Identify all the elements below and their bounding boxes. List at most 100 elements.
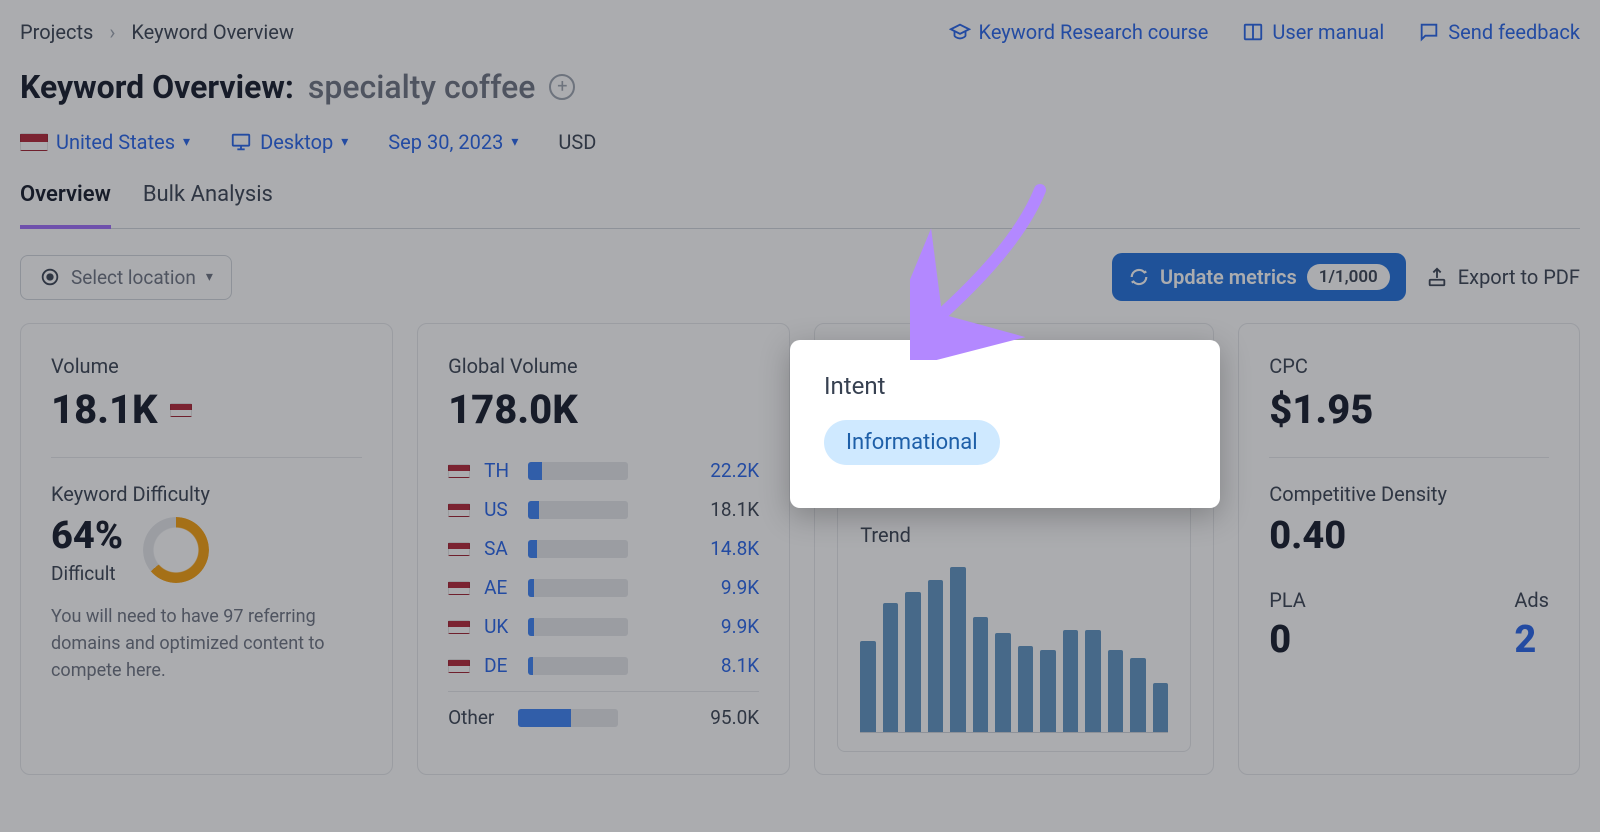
country-volume: 14.8K bbox=[710, 537, 759, 560]
intent-label-highlight: Intent bbox=[824, 372, 1186, 400]
flag-icon bbox=[448, 659, 470, 673]
trend-bar bbox=[1130, 658, 1146, 732]
pla-value: 0 bbox=[1269, 618, 1306, 662]
page-keyword: specialty coffee bbox=[308, 68, 536, 106]
volume-card: Volume 18.1K Keyword Difficulty 64% Diff… bbox=[20, 323, 393, 775]
breadcrumb-root[interactable]: Projects bbox=[20, 20, 93, 44]
location-icon bbox=[39, 266, 61, 288]
trend-bar bbox=[995, 633, 1011, 732]
global-volume-row[interactable]: US 18.1K bbox=[448, 490, 759, 529]
volume-label: Volume bbox=[51, 354, 362, 378]
book-icon bbox=[1242, 21, 1264, 43]
kd-ring-chart bbox=[143, 517, 209, 583]
country-volume: 22.2K bbox=[710, 459, 759, 482]
country-volume: 9.9K bbox=[721, 576, 759, 599]
volume-bar bbox=[528, 657, 628, 675]
trend-bar bbox=[1018, 646, 1034, 732]
currency-label: USD bbox=[558, 130, 596, 154]
graduation-cap-icon bbox=[949, 21, 971, 43]
global-volume-value: 178.0K bbox=[448, 386, 759, 433]
trend-label: Trend bbox=[860, 523, 1168, 547]
country-filter[interactable]: United States ▾ bbox=[20, 130, 190, 154]
global-volume-card: Global Volume 178.0K TH 22.2K US 18.1K SA 14.… bbox=[417, 323, 790, 775]
trend-bar bbox=[1063, 630, 1079, 732]
tab-overview[interactable]: Overview bbox=[20, 182, 111, 229]
global-volume-other: Other 95.0K bbox=[448, 691, 759, 737]
global-volume-row[interactable]: AE 9.9K bbox=[448, 568, 759, 607]
refresh-icon bbox=[1128, 266, 1150, 288]
flag-icon bbox=[448, 503, 470, 517]
country-volume: 8.1K bbox=[721, 654, 759, 677]
intent-value-highlight: Informational bbox=[824, 420, 1000, 465]
country-code: SA bbox=[484, 537, 514, 560]
device-filter[interactable]: Desktop ▾ bbox=[230, 130, 348, 154]
manual-link[interactable]: User manual bbox=[1242, 20, 1384, 44]
kd-description: You will need to have 97 referring domai… bbox=[51, 603, 362, 684]
ads-value[interactable]: 2 bbox=[1514, 618, 1549, 662]
other-label: Other bbox=[448, 706, 504, 729]
cpc-card: CPC $1.95 Competitive Density 0.40 PLA 0… bbox=[1238, 323, 1580, 775]
trend-bar bbox=[950, 567, 966, 732]
flag-icon bbox=[448, 581, 470, 595]
volume-value: 18.1K bbox=[51, 386, 158, 433]
other-volume: 95.0K bbox=[710, 706, 759, 729]
trend-bar bbox=[973, 617, 989, 733]
breadcrumb-current: Keyword Overview bbox=[131, 20, 294, 44]
country-code: DE bbox=[484, 654, 514, 677]
global-volume-row[interactable]: DE 8.1K bbox=[448, 646, 759, 685]
update-metrics-button[interactable]: Update metrics 1/1,000 bbox=[1112, 253, 1406, 301]
course-link[interactable]: Keyword Research course bbox=[949, 20, 1209, 44]
ads-label: Ads bbox=[1514, 588, 1549, 612]
chevron-down-icon: ▾ bbox=[206, 269, 213, 285]
trend-bar bbox=[1153, 683, 1169, 733]
volume-bar bbox=[528, 501, 628, 519]
competitive-density-value: 0.40 bbox=[1269, 514, 1549, 558]
country-code: US bbox=[484, 498, 514, 521]
export-icon bbox=[1426, 266, 1448, 288]
competitive-density-label: Competitive Density bbox=[1269, 482, 1549, 506]
page-title: Keyword Overview: bbox=[20, 68, 294, 106]
intent-highlight: Intent Informational bbox=[790, 340, 1220, 508]
country-volume: 9.9K bbox=[721, 615, 759, 638]
global-volume-row[interactable]: TH 22.2K bbox=[448, 451, 759, 490]
country-code: UK bbox=[484, 615, 514, 638]
trend-bar bbox=[860, 641, 876, 732]
global-volume-row[interactable]: UK 9.9K bbox=[448, 607, 759, 646]
kd-value: 64% bbox=[51, 514, 123, 558]
flag-icon bbox=[448, 464, 470, 478]
add-keyword-button[interactable]: + bbox=[549, 74, 575, 100]
kd-label: Keyword Difficulty bbox=[51, 482, 362, 506]
country-code: TH bbox=[484, 459, 514, 482]
volume-bar bbox=[518, 709, 618, 727]
cpc-value: $1.95 bbox=[1269, 386, 1549, 433]
date-filter[interactable]: Sep 30, 2023 ▾ bbox=[388, 130, 518, 154]
export-pdf-button[interactable]: Export to PDF bbox=[1426, 265, 1580, 289]
trend-bar bbox=[928, 580, 944, 732]
us-flag-icon bbox=[20, 133, 48, 151]
trend-bar bbox=[1108, 650, 1124, 733]
trend-card: Trend bbox=[837, 502, 1191, 752]
global-volume-label: Global Volume bbox=[448, 354, 759, 378]
country-volume: 18.1K bbox=[710, 498, 759, 521]
trend-bar bbox=[883, 603, 899, 732]
trend-bar bbox=[1085, 630, 1101, 732]
chevron-right-icon: › bbox=[109, 20, 115, 44]
trend-bar bbox=[905, 592, 921, 732]
flag-icon bbox=[448, 620, 470, 634]
trend-chart bbox=[860, 563, 1168, 733]
desktop-icon bbox=[230, 131, 252, 153]
volume-bar bbox=[528, 579, 628, 597]
global-volume-row[interactable]: SA 14.8K bbox=[448, 529, 759, 568]
kd-tag: Difficult bbox=[51, 562, 123, 585]
update-metrics-badge: 1/1,000 bbox=[1307, 264, 1390, 290]
us-flag-icon bbox=[170, 403, 192, 417]
select-location-button[interactable]: Select location ▾ bbox=[20, 255, 232, 300]
chevron-down-icon: ▾ bbox=[511, 134, 518, 150]
flag-icon bbox=[448, 542, 470, 556]
feedback-link[interactable]: Send feedback bbox=[1418, 20, 1580, 44]
chevron-down-icon: ▾ bbox=[341, 134, 348, 150]
breadcrumb: Projects › Keyword Overview bbox=[20, 20, 294, 44]
cpc-label: CPC bbox=[1269, 354, 1549, 378]
tab-bulk-analysis[interactable]: Bulk Analysis bbox=[143, 182, 273, 228]
country-code: AE bbox=[484, 576, 514, 599]
